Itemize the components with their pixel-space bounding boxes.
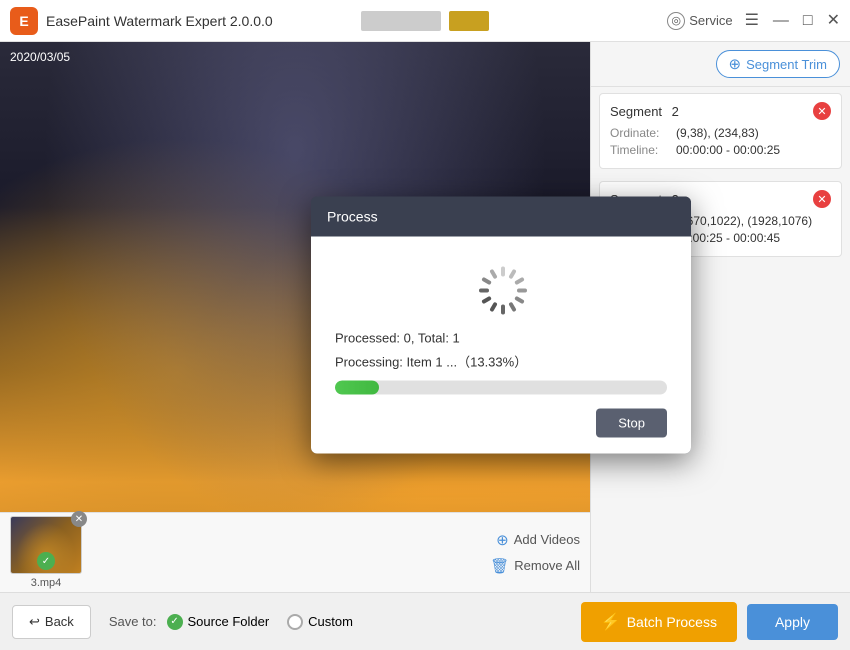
segment-card-2: Segment 2 ✕ Ordinate: (9,38), (234,83) T… [599,93,842,169]
radio-selected-icon: ✓ [167,614,183,630]
segment-trim-button[interactable]: ⊕ Segment Trim [716,50,841,78]
logo-text: E [19,13,28,29]
trash-icon: 🗑 [490,557,509,575]
video-date: 2020/03/05 [10,50,70,64]
source-folder-label: Source Folder [188,614,270,629]
thumb-container: ✕ ✓ [10,516,82,574]
spinner [477,267,525,315]
ordinate-val-3: (1670,1022), (1928,1076) [676,214,812,228]
timeline-val-3: 00:00:25 - 00:00:45 [676,231,780,245]
back-label: Back [45,614,74,629]
segment-close-2[interactable]: ✕ [813,102,831,120]
timeline-val-2: 00:00:00 - 00:00:25 [676,143,780,157]
dialog-body: Processed: 0, Total: 1 Processing: Item … [311,237,691,454]
close-button[interactable]: ✕ [827,13,840,29]
segment-trim-label: Segment Trim [746,57,827,72]
title-thumbnail [361,11,441,31]
ordinate-key-2: Ordinate: [610,126,670,140]
source-folder-radio[interactable]: ✓ Source Folder [167,614,270,630]
process-dialog: Process Processed: 0, Total: 1 Processin… [311,197,691,454]
add-icon: ⊕ [496,531,509,549]
batch-process-label: Batch Process [627,614,717,630]
processed-text: Processed: 0, Total: 1 [335,331,460,346]
back-button[interactable]: ↩ Back [12,605,91,639]
dialog-title: Process [311,197,691,237]
thumbnail-file: ✕ ✓ 3.mp4 [10,516,82,589]
service-label: Service [689,13,732,28]
thumb-remove-icon[interactable]: ✕ [71,511,87,527]
bottom-bar: ↩ Back Save to: ✓ Source Folder Custom ⚡… [0,592,850,650]
plus-icon: ⊕ [729,55,742,73]
service-icon: ◎ [667,12,685,30]
remove-all-label: Remove All [514,558,580,573]
timeline-key-2: Timeline: [610,143,670,157]
progress-bar-fill [335,381,379,395]
thumb-check-icon: ✓ [37,552,55,570]
save-to-label: Save to: [109,614,157,629]
custom-label: Custom [308,614,353,629]
segment-label-2: Segment [610,104,662,119]
title-center [361,11,489,31]
custom-radio[interactable]: Custom [287,614,353,630]
add-videos-label: Add Videos [514,532,580,547]
stop-button[interactable]: Stop [596,409,667,438]
radio-empty-icon [287,614,303,630]
thumbnail-strip: ✕ ✓ 3.mp4 ⊕ Add Videos 🗑 Remove All [0,512,590,592]
batch-process-button[interactable]: ⚡ Batch Process [581,602,737,642]
segment-num-2: 2 [672,104,679,119]
remove-all-button[interactable]: 🗑 Remove All [490,557,580,575]
thumb-filename: 3.mp4 [31,577,62,589]
batch-icon: ⚡ [601,612,621,632]
service-button[interactable]: ◎ Service [667,12,732,30]
menu-icon[interactable]: ☰ [745,13,759,29]
add-videos-button[interactable]: ⊕ Add Videos [496,531,580,549]
segment-close-3[interactable]: ✕ [813,190,831,208]
ordinate-val-2: (9,38), (234,83) [676,126,759,140]
progress-bar-container [335,381,667,395]
minimize-button[interactable]: — [773,13,789,29]
maximize-button[interactable]: □ [803,13,813,29]
titlebar: E EasePaint Watermark Expert 2.0.0.0 ◎ S… [0,0,850,42]
window-controls: ☰ — □ ✕ [745,13,840,29]
app-title: EasePaint Watermark Expert 2.0.0.0 [46,13,667,29]
strip-actions: ⊕ Add Videos 🗑 Remove All [490,531,580,575]
apply-button[interactable]: Apply [747,604,838,640]
back-arrow-icon: ↩ [29,614,40,630]
title-color-swatch [449,11,489,31]
segment-trim-bar: ⊕ Segment Trim [591,42,850,87]
processing-text: Processing: Item 1 ...（13.33%） [335,352,527,371]
app-logo: E [10,7,38,35]
